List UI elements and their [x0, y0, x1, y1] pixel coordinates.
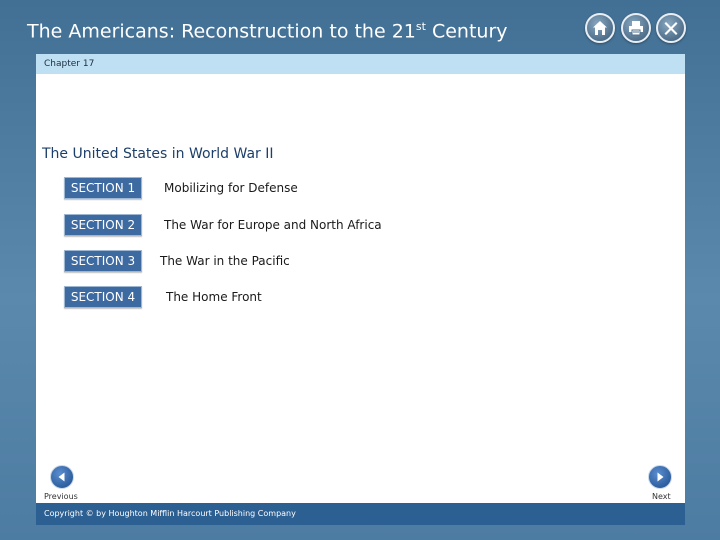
section-2-title[interactable]: The War for Europe and North Africa: [164, 214, 382, 236]
section-1-button[interactable]: SECTION 1: [64, 177, 142, 199]
next-button[interactable]: [648, 465, 672, 489]
print-icon: [628, 20, 644, 36]
section-row-3: SECTION 3 The War in the Pacific: [36, 250, 676, 272]
section-1-title[interactable]: Mobilizing for Defense: [164, 177, 298, 199]
app-title-end: Century: [425, 20, 508, 43]
previous-label[interactable]: Previous: [44, 491, 78, 502]
section-4-button[interactable]: SECTION 4: [64, 286, 142, 308]
app-title: The Americans: Reconstruction to the 21s…: [27, 12, 508, 42]
app-title-superscript: st: [415, 20, 426, 33]
section-4-title[interactable]: The Home Front: [166, 286, 262, 308]
lesson-title: The United States in World War II: [42, 146, 274, 162]
arrow-right-icon: [654, 468, 666, 487]
app-title-main: The Americans: Reconstruction to the 21: [27, 20, 416, 43]
section-3-title[interactable]: The War in the Pacific: [160, 250, 290, 272]
next-label[interactable]: Next: [652, 491, 671, 502]
section-3-button[interactable]: SECTION 3: [64, 250, 142, 272]
arrow-left-icon: [56, 468, 68, 487]
close-icon: [663, 20, 679, 36]
home-button[interactable]: [585, 13, 615, 43]
chapter-bar: Chapter 17: [36, 54, 685, 74]
section-2-button[interactable]: SECTION 2: [64, 214, 142, 236]
footer-bar: Copyright © by Houghton Mifflin Harcourt…: [36, 503, 685, 525]
chapter-label: Chapter 17: [44, 59, 95, 69]
close-button[interactable]: [656, 13, 686, 43]
previous-button[interactable]: [50, 465, 74, 489]
home-icon: [592, 20, 608, 36]
section-row-2: SECTION 2 The War for Europe and North A…: [36, 214, 676, 236]
slide-frame: The Americans: Reconstruction to the 21s…: [0, 0, 720, 540]
content-panel: The United States in World War II SECTIO…: [36, 74, 685, 503]
section-row-4: SECTION 4 The Home Front: [36, 286, 676, 308]
section-row-1: SECTION 1 Mobilizing for Defense: [36, 177, 676, 199]
print-button[interactable]: [621, 13, 651, 43]
copyright-text: Copyright © by Houghton Mifflin Harcourt…: [44, 509, 296, 518]
